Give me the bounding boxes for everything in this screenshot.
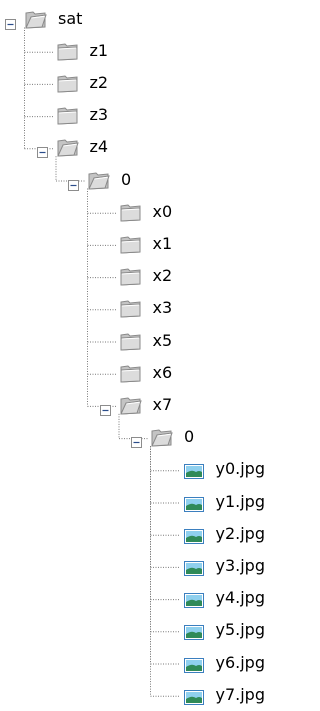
image-file-icon [183,591,205,613]
folder-open-icon [119,396,142,420]
tree-item-label: y7.jpg [215,684,266,704]
collapse-toggle-icon[interactable] [36,143,48,162]
tree-item-file[interactable]: y4.jpg [0,583,302,613]
tree-item-folder[interactable]: z4 [0,132,302,162]
image-file-icon [183,656,205,678]
folder-tree: sat z1 z2 z3 z4 0 x0 x1 x2 x3 x5 x6 x7 0 y0.jpg y1.jpg y… [0,0,302,711]
tree-item-folder[interactable]: x3 [0,293,302,323]
tree-item-folder[interactable]: x6 [0,358,302,388]
folder-icon [120,299,142,323]
tree-item-label: y2.jpg [215,523,266,543]
collapse-toggle-icon[interactable] [68,176,79,195]
tree-item-label: x3 [152,298,173,318]
collapse-toggle-icon[interactable] [5,15,16,34]
tree-item-label: z2 [89,72,109,92]
tree-item-folder[interactable]: x0 [0,197,302,227]
tree-item-folder[interactable]: z1 [0,36,302,66]
folder-icon [57,106,79,130]
tree-item-label: y6.jpg [215,652,266,672]
tree-item-file[interactable]: y5.jpg [0,615,302,645]
tree-item-label: y4.jpg [215,588,266,608]
folder-open-icon [88,171,110,195]
tree-item-label: y5.jpg [215,620,266,640]
tree-item-label: z3 [89,105,109,125]
collapse-toggle-icon[interactable] [99,401,111,420]
tree-item-file[interactable]: y7.jpg [0,680,302,710]
folder-open-icon [25,10,47,34]
folder-icon [120,203,142,227]
tree-item-file[interactable]: y0.jpg [0,454,302,484]
folder-icon [57,42,79,66]
folder-icon [120,364,142,388]
image-file-icon [183,462,205,484]
tree-item-label: y1.jpg [215,491,266,511]
tree-item-label: x0 [152,201,173,221]
folder-open-icon [56,138,79,162]
collapse-toggle-icon[interactable] [131,433,142,452]
tree-item-file[interactable]: y1.jpg [0,487,302,517]
tree-item-folder[interactable]: x7 [0,390,302,420]
tree-item-label: x7 [152,394,173,414]
tree-item-label: 0 [121,169,132,189]
folder-icon [57,74,79,98]
tree-item-label: z4 [89,137,109,157]
tree-item-folder[interactable]: x2 [0,261,302,291]
tree-item-folder[interactable]: 0 [0,422,302,452]
tree-item-label: sat [58,8,83,28]
tree-item-label: x1 [152,233,173,253]
tree-item-label: y0.jpg [215,459,266,479]
tree-item-label: y3.jpg [215,555,266,575]
tree-item-folder[interactable]: 0 [0,165,302,195]
tree-item-file[interactable]: y6.jpg [0,648,302,678]
image-file-icon [183,688,205,710]
tree-item-folder[interactable]: sat [0,4,302,34]
tree-item-label: x2 [152,266,173,286]
image-file-icon [183,623,205,645]
tree-item-label: x5 [152,330,173,350]
image-file-icon [183,527,205,549]
image-file-icon [183,495,205,517]
folder-icon [120,267,142,291]
folder-icon [120,332,142,356]
folder-icon [120,235,142,259]
tree-item-file[interactable]: y3.jpg [0,551,302,581]
tree-item-file[interactable]: y2.jpg [0,519,302,549]
tree-item-folder[interactable]: z2 [0,68,302,98]
tree-item-folder[interactable]: z3 [0,100,302,130]
folder-open-icon [151,428,173,452]
tree-item-label: x6 [152,362,173,382]
tree-item-folder[interactable]: x1 [0,229,302,259]
tree-item-folder[interactable]: x5 [0,326,302,356]
tree-item-label: z1 [89,40,109,60]
tree-item-label: 0 [184,427,195,447]
image-file-icon [183,559,205,581]
